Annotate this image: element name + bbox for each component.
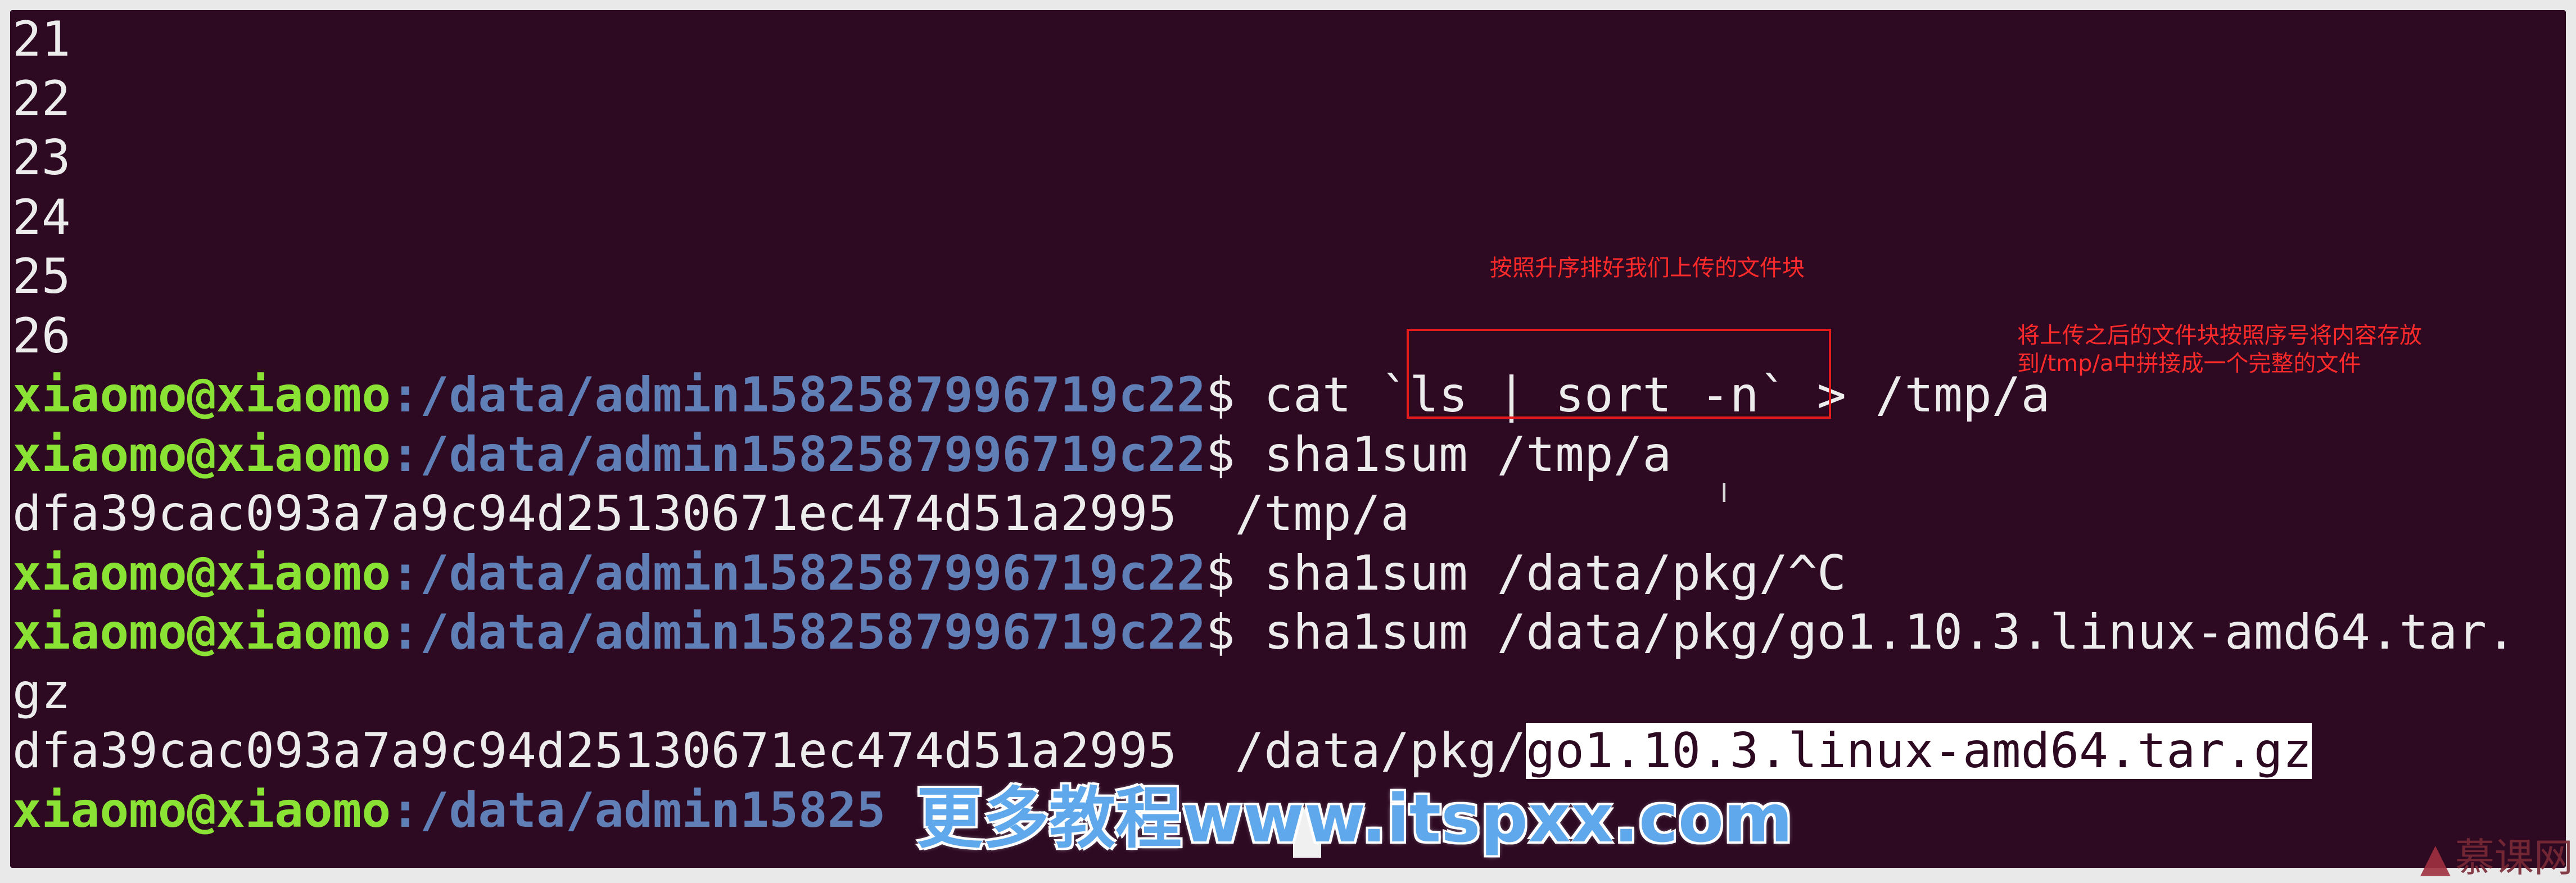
output-line: gz [12, 663, 2516, 722]
prompt-path: :/data/admin1582587996719c22 [391, 545, 1206, 601]
merge-annotation-line1: 将上传之后的文件块按照序号将内容存放 [2017, 323, 2422, 348]
prompt-user: xiaomo@xiaomo [12, 426, 391, 483]
prompt-path: :/data/admin1582587996719c22 [391, 367, 1206, 423]
line-text: gz [12, 663, 71, 720]
watermark-text: 更多教程www.itspxx.com [916, 780, 1793, 857]
command-text: $ sha1sum /data/pkg/go1.10.3.linux-amd64… [1205, 604, 2516, 660]
prompt-line: xiaomo@xiaomo:/data/admin1582587996719c2… [12, 425, 2516, 485]
prompt-user: xiaomo@xiaomo [12, 604, 391, 660]
prompt-user: xiaomo@xiaomo [12, 367, 391, 423]
sort-annotation: 按照升序排好我们上传的文件块 [1490, 255, 1805, 281]
terminal-output: 21 22 23 24 25 26 xiaomo@xiaomo:/data/ad… [12, 10, 2516, 840]
line-text: 24 [12, 189, 71, 246]
prompt-user: xiaomo@xiaomo [12, 782, 391, 839]
output-line: 22 [12, 70, 2516, 129]
output-line: 25 [12, 247, 2516, 307]
prompt-line: xiaomo@xiaomo:/data/admin1582587996719c2… [12, 603, 2516, 663]
prompt-line: xiaomo@xiaomo:/data/admin1582587996719c2… [12, 544, 2516, 604]
command-text: $ sha1sum /tmp/a [1205, 426, 1672, 483]
merge-annotation: 将上传之后的文件块按照序号将内容存放 到/tmp/a中拼接成一个完整的文件 [2017, 321, 2422, 378]
flame-icon: ▲ [2420, 835, 2451, 881]
logo-text: 慕课网 [2455, 835, 2573, 881]
line-text: 21 [12, 11, 71, 67]
prompt-user: xiaomo@xiaomo [12, 545, 391, 601]
prompt-path: :/data/admin1582587996719c22 [391, 604, 1206, 660]
line-text: 22 [12, 70, 71, 127]
output-line: 21 [12, 10, 2516, 70]
line-text: 25 [12, 248, 71, 305]
line-text: 23 [12, 130, 71, 186]
brand-logo: ▲ 慕课网 [2420, 826, 2573, 883]
output-line: 24 [12, 188, 2516, 248]
prompt-path: :/data/admin1582587996719c22 [391, 426, 1206, 483]
terminal-window[interactable]: 21 22 23 24 25 26 xiaomo@xiaomo:/data/ad… [10, 10, 2566, 868]
output-line: dfa39cac093a7a9c94d25130671ec474d51a2995… [12, 484, 2516, 544]
line-text: 26 [12, 307, 71, 364]
merge-annotation-line2: 到/tmp/a中拼接成一个完整的文件 [2017, 351, 2361, 377]
highlight-box [1407, 329, 1831, 419]
command-text: $ sha1sum /data/pkg/^C [1205, 545, 1846, 601]
prompt-path: :/data/admin15825 [391, 782, 886, 839]
text-cursor-icon: I [1720, 478, 1728, 508]
output-line: 23 [12, 129, 2516, 188]
line-text: dfa39cac093a7a9c94d25130671ec474d51a2995… [12, 486, 1410, 542]
